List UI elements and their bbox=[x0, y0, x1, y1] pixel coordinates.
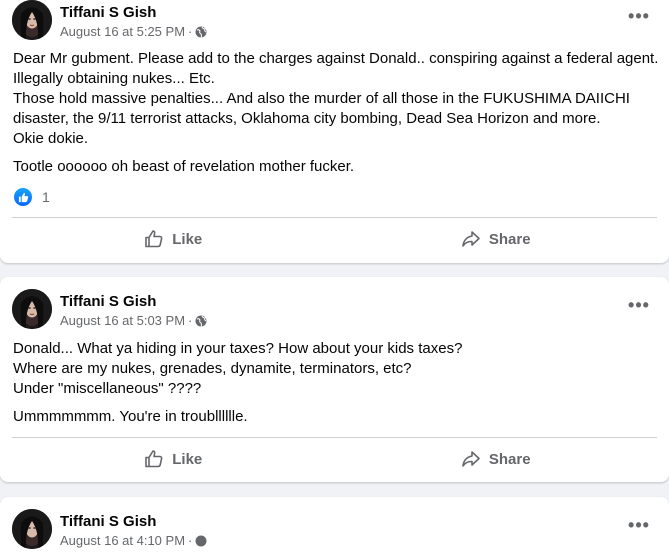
post-meta: August 16 at 5:03 PM · bbox=[60, 313, 207, 328]
share-label: Share bbox=[488, 450, 531, 468]
like-reaction-icon bbox=[14, 188, 32, 206]
share-label: Share bbox=[488, 230, 531, 248]
post-card: Tiffani S Gish August 16 at 4:10 PM · ••… bbox=[0, 497, 669, 557]
post-actions: Like Share bbox=[12, 441, 657, 477]
author-name[interactable]: Tiffani S Gish bbox=[60, 293, 156, 310]
post-body: Donald... What ya hiding in your taxes? … bbox=[13, 339, 659, 435]
reaction-summary[interactable]: 1 bbox=[14, 188, 50, 206]
avatar[interactable] bbox=[12, 509, 52, 549]
post-paragraph: Ummmmmmm. You're in troublllllle. bbox=[13, 408, 248, 425]
meta-separator: · bbox=[188, 24, 193, 39]
post-header: Tiffani S Gish August 16 at 5:03 PM · ••… bbox=[12, 289, 657, 345]
post-header: Tiffani S Gish August 16 at 4:10 PM · ••… bbox=[12, 509, 657, 557]
post-card: Tiffani S Gish August 16 at 5:25 PM · ••… bbox=[0, 0, 669, 263]
author-name[interactable]: Tiffani S Gish bbox=[60, 4, 156, 21]
post-paragraph: Donald... What ya hiding in your taxes? … bbox=[13, 340, 463, 397]
thumbs-up-icon bbox=[145, 230, 163, 248]
like-button[interactable]: Like bbox=[12, 441, 335, 477]
post-header: Tiffani S Gish August 16 at 5:25 PM · ••… bbox=[12, 0, 657, 56]
post-paragraph: Dear Mr gubment. Please add to the charg… bbox=[13, 50, 659, 147]
share-button[interactable]: Share bbox=[335, 221, 658, 257]
divider bbox=[12, 217, 657, 218]
post-paragraph: Tootle oooooo oh beast of revelation mot… bbox=[13, 158, 355, 175]
meta-separator: · bbox=[188, 313, 193, 328]
post-card: Tiffani S Gish August 16 at 5:03 PM · ••… bbox=[0, 277, 669, 482]
reaction-count: 1 bbox=[42, 189, 50, 205]
like-label: Like bbox=[172, 450, 203, 468]
share-icon bbox=[462, 231, 480, 247]
globe-icon[interactable] bbox=[195, 315, 207, 327]
like-label: Like bbox=[172, 230, 203, 248]
more-options-icon[interactable]: ••• bbox=[625, 291, 653, 319]
post-timestamp[interactable]: August 16 at 5:25 PM bbox=[60, 24, 185, 39]
globe-icon[interactable] bbox=[195, 26, 207, 38]
like-button[interactable]: Like bbox=[12, 221, 335, 257]
share-icon bbox=[462, 451, 480, 467]
post-meta: August 16 at 5:25 PM · bbox=[60, 24, 207, 39]
author-name[interactable]: Tiffani S Gish bbox=[60, 513, 156, 530]
avatar[interactable] bbox=[12, 0, 52, 40]
post-actions: Like Share bbox=[12, 221, 657, 257]
post-timestamp[interactable]: August 16 at 5:03 PM bbox=[60, 313, 185, 328]
more-options-icon[interactable]: ••• bbox=[625, 511, 653, 539]
post-body: Dear Mr gubment. Please add to the charg… bbox=[13, 49, 659, 185]
thumbs-up-icon bbox=[145, 450, 163, 468]
more-options-icon[interactable]: ••• bbox=[625, 2, 653, 30]
share-button[interactable]: Share bbox=[335, 441, 658, 477]
avatar[interactable] bbox=[12, 289, 52, 329]
divider bbox=[12, 437, 657, 438]
